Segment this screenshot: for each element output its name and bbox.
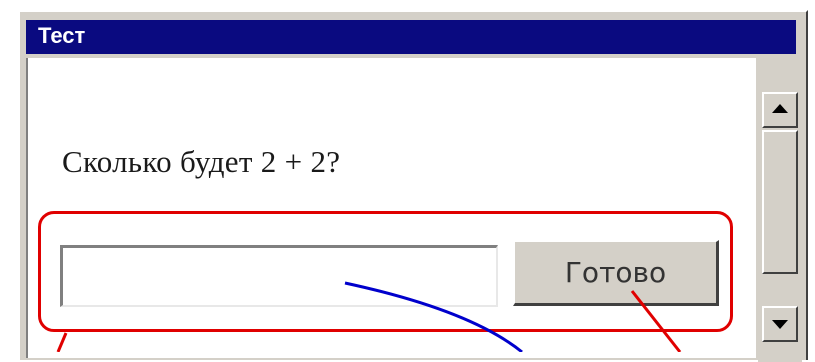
content-area: Сколько будет 2 + 2? [26, 58, 756, 358]
arrow-up-icon [772, 104, 788, 113]
done-button[interactable]: Готово [513, 240, 719, 306]
arrow-down-icon [772, 320, 788, 329]
test-window: Тест Сколько будет 2 + 2? [18, 10, 808, 362]
vertical-scrollbar[interactable] [758, 58, 802, 362]
window-title: Тест [38, 23, 86, 48]
scroll-down-button[interactable] [762, 306, 798, 342]
answer-input[interactable] [60, 245, 498, 307]
question-text: Сколько будет 2 + 2? [62, 144, 341, 179]
title-bar: Тест [26, 20, 796, 54]
scroll-up-button[interactable] [762, 92, 798, 128]
scroll-thumb[interactable] [762, 130, 798, 274]
